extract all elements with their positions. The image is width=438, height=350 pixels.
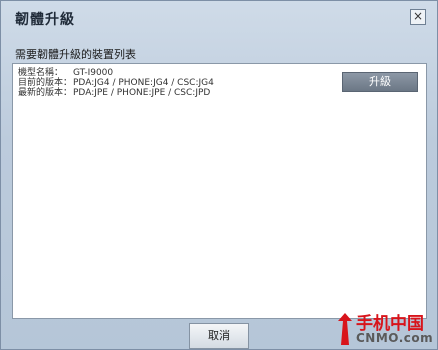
current-version-key: 目前的版本：	[18, 78, 73, 88]
latest-version-value: PDA:JPE / PHONE:JPE / CSC:JPD	[73, 88, 211, 98]
model-value: GT-I9000	[73, 68, 114, 78]
device-row-current: 目前的版本： PDA:JG4 / PHONE:JG4 / CSC:JG4	[18, 78, 214, 88]
latest-version-key: 最新的版本：	[18, 88, 73, 98]
cnmo-logo-icon	[338, 313, 352, 345]
watermark-en: CNMO.com	[356, 331, 434, 345]
firmware-upgrade-dialog: 韌體升級 × 需要韌體升級的裝置列表 機型名稱： GT-I9000 目前的版本：…	[0, 0, 438, 350]
title-bar: 韌體升級 ×	[1, 1, 437, 35]
model-key: 機型名稱：	[18, 68, 64, 78]
device-row-model: 機型名稱： GT-I9000	[18, 68, 214, 78]
upgrade-button[interactable]: 升級	[342, 72, 418, 92]
cnmo-watermark: 手机中国 CNMO.com	[334, 307, 438, 350]
dialog-title: 韌體升級	[15, 12, 75, 28]
device-list-label: 需要韌體升級的裝置列表	[15, 48, 136, 61]
cancel-button[interactable]: 取消	[189, 323, 249, 349]
close-icon[interactable]: ×	[410, 9, 426, 25]
device-row-latest: 最新的版本： PDA:JPE / PHONE:JPE / CSC:JPD	[18, 88, 214, 98]
device-list-panel: 機型名稱： GT-I9000 目前的版本： PDA:JG4 / PHONE:JG…	[12, 63, 427, 319]
current-version-value: PDA:JG4 / PHONE:JG4 / CSC:JG4	[73, 78, 214, 88]
device-info: 機型名稱： GT-I9000 目前的版本： PDA:JG4 / PHONE:JG…	[18, 68, 214, 98]
